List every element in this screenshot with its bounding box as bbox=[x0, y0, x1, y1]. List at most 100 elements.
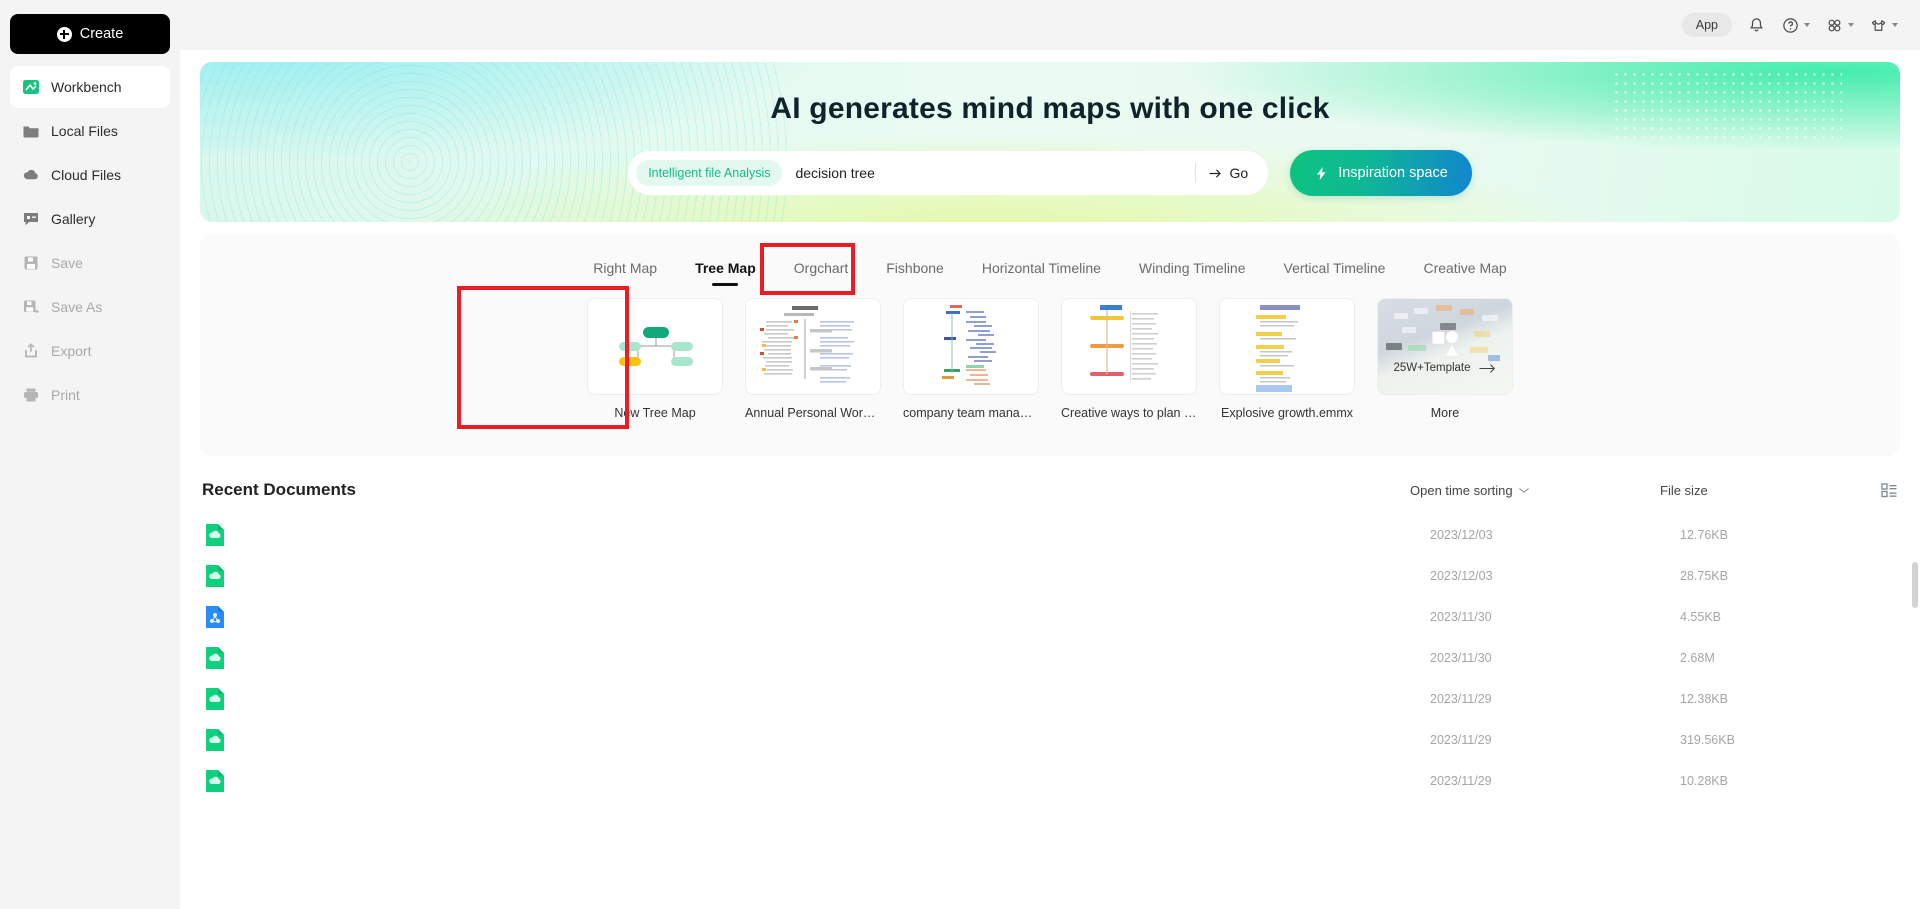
document-date: 2023/11/30 bbox=[1430, 609, 1492, 624]
sidebar-item-print[interactable]: Print bbox=[10, 374, 170, 416]
sidebar-item-cloud-files[interactable]: Cloud Files bbox=[10, 154, 170, 196]
intelligent-file-analysis-pill[interactable]: Intelligent file Analysis bbox=[636, 160, 783, 186]
sidebar-item-gallery[interactable]: Gallery bbox=[10, 198, 170, 240]
banner-title: AI generates mind maps with one click bbox=[770, 92, 1330, 125]
list-view-icon[interactable] bbox=[1880, 481, 1898, 499]
sidebar-item-export[interactable]: Export bbox=[10, 330, 170, 372]
cloud-doc-green-icon bbox=[204, 686, 226, 712]
save-icon bbox=[22, 254, 40, 272]
template-thumbnail bbox=[1219, 298, 1355, 395]
table-row[interactable]: 2023/11/29 319.56KB bbox=[200, 719, 1900, 760]
sidebar-item-label: Gallery bbox=[51, 211, 96, 227]
cloud-doc-green-icon bbox=[204, 522, 226, 548]
gallery-icon bbox=[22, 210, 40, 228]
sidebar-item-label: Cloud Files bbox=[51, 167, 122, 183]
team-management-preview-icon bbox=[942, 305, 996, 385]
document-date: 2023/11/29 bbox=[1430, 732, 1492, 747]
document-date: 2023/11/29 bbox=[1430, 691, 1492, 706]
sidebar-item-label: Local Files bbox=[51, 123, 118, 139]
theme-shirt-icon[interactable] bbox=[1869, 16, 1888, 35]
explosive-growth-preview-icon bbox=[1256, 305, 1300, 392]
template-card-new-tree-map[interactable]: New Tree Map bbox=[587, 298, 723, 420]
cloud-doc-green-icon bbox=[204, 727, 226, 753]
annual-work-plan-preview-icon bbox=[760, 306, 854, 383]
tab-fishbone[interactable]: Fishbone bbox=[886, 260, 944, 286]
table-row[interactable]: 2023/11/30 4.55KB bbox=[200, 596, 1900, 637]
apps-menu[interactable] bbox=[1825, 16, 1854, 35]
sidebar-item-label: Export bbox=[51, 343, 92, 359]
template-card-label: Creative ways to plan events bbox=[1061, 406, 1197, 420]
tab-winding-timeline[interactable]: Winding Timeline bbox=[1139, 260, 1246, 286]
inspiration-space-button[interactable]: Inspiration space bbox=[1290, 150, 1472, 196]
scrollbar-thumb[interactable] bbox=[1912, 562, 1918, 608]
tab-creative-map[interactable]: Creative Map bbox=[1423, 260, 1506, 286]
tab-vertical-timeline[interactable]: Vertical Timeline bbox=[1284, 260, 1386, 286]
template-thumbnail bbox=[1061, 298, 1197, 395]
theme-menu[interactable] bbox=[1869, 16, 1898, 35]
tab-horizontal-timeline[interactable]: Horizontal Timeline bbox=[982, 260, 1101, 286]
recent-documents-list: 2023/12/03 12.76KB 2023/12/03 28.75KB 20… bbox=[200, 514, 1900, 801]
help-circle-icon[interactable] bbox=[1781, 16, 1800, 35]
ai-search-box[interactable]: Intelligent file Analysis Go bbox=[628, 151, 1269, 195]
template-card-company-team-management[interactable]: company team managem... bbox=[903, 298, 1039, 420]
table-row[interactable]: 2023/11/29 12.38KB bbox=[200, 678, 1900, 719]
go-button-label: Go bbox=[1229, 165, 1249, 181]
bell-icon[interactable] bbox=[1747, 16, 1766, 35]
template-card-label: Explosive growth.emmx bbox=[1221, 406, 1353, 420]
tab-tree-map[interactable]: Tree Map bbox=[695, 260, 756, 286]
document-size: 28.75KB bbox=[1680, 568, 1728, 583]
template-card-label: company team managem... bbox=[903, 406, 1039, 420]
lightning-bolt-icon bbox=[1314, 166, 1329, 181]
table-row[interactable]: 2023/12/03 28.75KB bbox=[200, 555, 1900, 596]
chevron-down-icon[interactable] bbox=[1804, 23, 1810, 27]
go-button[interactable]: Go bbox=[1208, 165, 1263, 181]
file-size-column-header: File size bbox=[1660, 482, 1708, 498]
cloud-doc-green-icon bbox=[204, 645, 226, 671]
plus-icon bbox=[56, 26, 72, 42]
recent-documents-header: Recent Documents Open time sorting File … bbox=[200, 480, 1900, 500]
inspiration-space-label: Inspiration space bbox=[1338, 165, 1448, 181]
template-card-creative-ways-to-plan-events[interactable]: Creative ways to plan events bbox=[1061, 298, 1197, 420]
template-card-explosive-growth[interactable]: Explosive growth.emmx bbox=[1219, 298, 1355, 420]
sidebar-item-label: Save As bbox=[51, 299, 103, 315]
document-date: 2023/12/03 bbox=[1430, 527, 1493, 542]
document-size: 12.76KB bbox=[1680, 527, 1728, 542]
template-cards: New Tree Map Annual Personal Work P comp… bbox=[200, 298, 1900, 420]
create-button[interactable]: Create bbox=[10, 14, 170, 54]
table-row[interactable]: 2023/11/30 2.68M bbox=[200, 637, 1900, 678]
app-window: Create Workbench Local Files Cloud Files bbox=[0, 0, 1920, 909]
creative-events-preview-icon bbox=[1090, 305, 1158, 381]
tab-right-map[interactable]: Right Map bbox=[593, 260, 657, 286]
apps-grid-icon[interactable] bbox=[1825, 16, 1844, 35]
document-size: 319.56KB bbox=[1680, 732, 1735, 747]
template-card-label: Annual Personal Work Plan bbox=[745, 406, 881, 420]
sort-dropdown-label: Open time sorting bbox=[1410, 482, 1513, 498]
chevron-down-icon[interactable] bbox=[1848, 23, 1854, 27]
sidebar: Create Workbench Local Files Cloud Files bbox=[0, 0, 180, 909]
create-button-label: Create bbox=[79, 26, 124, 42]
vertical-scrollbar[interactable] bbox=[1912, 562, 1918, 892]
search-input[interactable] bbox=[782, 165, 1195, 181]
ai-banner: AI generates mind maps with one click In… bbox=[200, 62, 1900, 222]
document-size: 2.68M bbox=[1680, 650, 1715, 665]
app-switch-button[interactable]: App bbox=[1681, 13, 1732, 37]
folder-icon bbox=[22, 122, 40, 140]
sidebar-item-label: Workbench bbox=[51, 79, 122, 95]
print-icon bbox=[22, 386, 40, 404]
template-card-annual-personal-work-plan[interactable]: Annual Personal Work Plan bbox=[745, 298, 881, 420]
template-card-label: More bbox=[1430, 406, 1460, 420]
sidebar-item-local-files[interactable]: Local Files bbox=[10, 110, 170, 152]
sidebar-item-workbench[interactable]: Workbench bbox=[10, 66, 170, 108]
more-templates-cta[interactable]: 25W+Template bbox=[1378, 362, 1512, 374]
sidebar-item-save[interactable]: Save bbox=[10, 242, 170, 284]
table-row[interactable]: 2023/12/03 12.76KB bbox=[200, 514, 1900, 555]
sort-dropdown[interactable]: Open time sorting bbox=[1410, 483, 1660, 498]
table-row[interactable]: 2023/11/29 10.28KB bbox=[200, 760, 1900, 801]
templates-panel: Right Map Tree Map Orgchart Fishbone Hor… bbox=[200, 234, 1900, 456]
template-card-more[interactable]: 25W+Template More bbox=[1377, 298, 1513, 420]
chevron-down-icon[interactable] bbox=[1892, 23, 1898, 27]
sidebar-item-save-as[interactable]: Save As bbox=[10, 286, 170, 328]
tab-orgchart[interactable]: Orgchart bbox=[794, 260, 848, 286]
sidebar-item-label: Print bbox=[51, 387, 80, 403]
help-menu[interactable] bbox=[1781, 16, 1810, 35]
